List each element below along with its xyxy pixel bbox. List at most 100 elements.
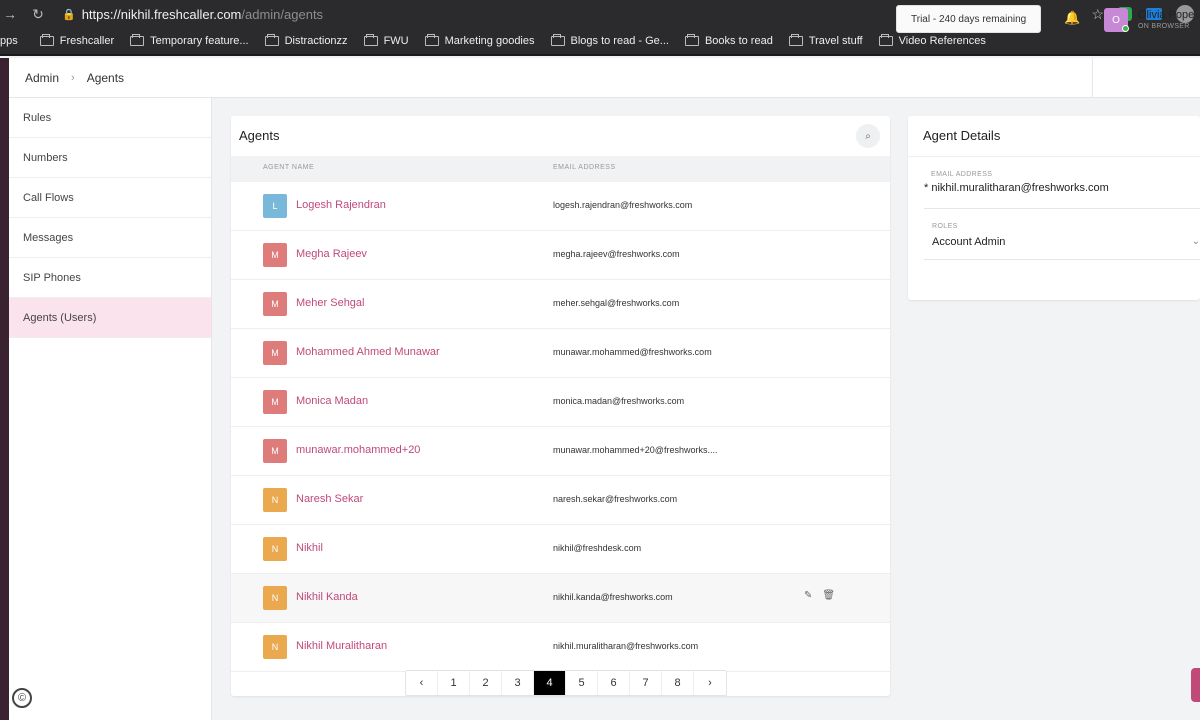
page-button[interactable]: 7 [630,671,662,695]
bookmark-item[interactable]: Freshcaller [39,34,115,47]
sidebar-item-messages[interactable]: Messages [9,218,211,258]
page-button[interactable]: 3 [502,671,534,695]
folder-icon [684,34,699,46]
page-button[interactable]: 2 [470,671,502,695]
email-field[interactable]: * nikhil.muralitharan@freshworks.com [924,182,1109,194]
page-button[interactable]: 1 [438,671,470,695]
agent-email: nikhil.muralitharan@freshworks.com [553,641,699,651]
sidebar-item-sip-phones[interactable]: SIP Phones [9,258,211,298]
agent-details-panel: Agent Details EMAIL ADDRESS * nikhil.mur… [908,116,1200,300]
roles-select[interactable]: Account Admin [932,236,1005,248]
column-agent-name: AGENT NAME [263,164,315,171]
address-bar[interactable]: https://nikhil.freshcaller.com/admin/age… [82,7,323,22]
breadcrumb-separator-icon: › [71,71,75,84]
floating-action-button[interactable] [1191,668,1200,702]
table-row[interactable]: L Logesh Rajendran logesh.rajendran@freshw… [231,182,890,231]
agent-email: megha.rajeev@freshworks.com [553,249,680,259]
search-icon[interactable]: ⌕ [856,124,880,148]
bookmark-item[interactable]: Temporary feature... [130,34,249,47]
bookmark-label: pps [0,35,18,47]
page-button[interactable]: 6 [598,671,630,695]
breadcrumb-admin[interactable]: Admin [25,71,59,85]
divider [924,208,1200,209]
page-button[interactable]: 4 [534,671,566,695]
bookmark-item[interactable]: Books to read [684,34,773,47]
table-row[interactable]: M Meher Sehgal meher.sehgal@freshworks.com [231,280,890,329]
reload-icon[interactable]: ↻ [28,6,48,23]
bookmark-item[interactable]: Blogs to read - Ge... [550,34,669,47]
table-row[interactable]: N Nikhil nikhil@freshdesk.com [231,525,890,574]
agent-email: nikhil@freshdesk.com [553,543,642,553]
agent-name-link[interactable]: Monica Madan [296,395,368,407]
table-row[interactable]: M Megha Rajeev megha.rajeev@freshworks.com [231,231,890,280]
table-row[interactable]: M Monica Madan monica.madan@freshworks.com [231,378,890,427]
bookmark-label: Freshcaller [59,35,115,47]
agent-avatar: M [263,439,287,463]
agent-name-link[interactable]: Naresh Sekar [296,493,363,505]
agent-avatar: M [263,390,287,414]
sidebar: Rules Numbers Call Flows Messages SIP Phones… [9,98,212,720]
user-name[interactable]: Olivia Pope [1138,9,1194,21]
divider [908,156,1200,157]
bookmark-item[interactable]: Video References [878,34,986,47]
pagination: ‹ 1 2 3 4 5 6 7 8 › [405,670,727,696]
agent-email: meher.sehgal@freshworks.com [553,298,680,308]
sidebar-item-agents-users[interactable]: Agents (Users) [9,298,211,338]
agent-name-link[interactable]: Nikhil Kanda [296,591,358,603]
agent-name-link[interactable]: Meher Sehgal [296,297,365,309]
table-row[interactable]: N Nikhil Kanda nikhil.kanda@freshworks.com… [231,574,890,623]
page-button[interactable]: 8 [662,671,694,695]
agent-name-link[interactable]: Mohammed Ahmed Munawar [296,346,440,358]
star-icon[interactable]: ☆ [1091,6,1104,23]
table-header: AGENT NAME EMAIL ADDRESS [231,156,890,182]
agent-name-link[interactable]: Logesh Rajendran [296,199,386,211]
bookmark-item[interactable]: pps [0,35,18,47]
lock-icon: 🔒 [62,8,76,21]
table-row[interactable]: N Nikhil Muralitharan nikhil.muralitharan@… [231,623,890,672]
agent-email: munawar.mohammed@freshworks.com [553,347,712,357]
sidebar-item-numbers[interactable]: Numbers [9,138,211,178]
table-row[interactable]: M Mohammed Ahmed Munawar munawar.mohammed@… [231,329,890,378]
bookmark-label: Travel stuff [808,35,863,47]
agent-name-link[interactable]: Nikhil [296,542,323,554]
folder-icon [878,34,893,46]
bookmark-item[interactable]: Travel stuff [788,34,863,47]
bell-icon[interactable]: 🔔 [1064,10,1080,26]
table-row[interactable]: Mmunawar.mohammed+20 munawar.mohammed+20@… [231,427,890,476]
bookmark-label: Blogs to read - Ge... [570,35,669,47]
bookmark-label: Distractionzz [284,35,348,47]
status-dot [1122,25,1129,32]
folder-icon [264,34,279,46]
agent-name-link[interactable]: Nikhil Muralitharan [296,640,387,652]
agent-avatar: L [263,194,287,218]
bookmark-label: Video References [898,35,986,47]
agent-avatar: N [263,488,287,512]
agent-name-link[interactable]: Megha Rajeev [296,248,367,260]
pagination-next-button[interactable]: › [694,671,726,695]
forward-arrow-icon[interactable]: → [0,6,20,22]
agent-name-link[interactable]: munawar.mohammed+20 [296,444,420,456]
pagination-prev-button[interactable]: ‹ [406,671,438,695]
agent-email: monica.madan@freshworks.com [553,396,685,406]
agent-avatar: N [263,635,287,659]
agent-avatar: N [263,537,287,561]
page-button[interactable]: 5 [566,671,598,695]
bookmark-item[interactable]: Distractionzz [264,34,348,47]
agent-details-title: Agent Details [923,128,1001,143]
agents-panel: Agents ⌕ AGENT NAME EMAIL ADDRESS L Loges… [231,116,890,696]
agent-email: munawar.mohammed+20@freshworks.... [553,445,718,455]
left-edge-strip [0,58,9,720]
trial-badge[interactable]: Trial - 240 days remaining [896,5,1042,33]
folder-icon [363,34,378,46]
bookmark-item[interactable]: Marketing goodies [424,34,535,47]
sidebar-item-call-flows[interactable]: Call Flows [9,178,211,218]
help-icon[interactable]: © [12,688,32,708]
trash-icon[interactable]: 🗑 [822,590,835,601]
chevron-down-icon[interactable]: ⌄ [1192,236,1200,247]
sidebar-item-rules[interactable]: Rules [9,98,211,138]
url-host: https://nikhil.freshcaller.com [81,6,242,22]
folder-icon [130,34,145,46]
pencil-icon[interactable]: ✎ [804,590,812,601]
table-row[interactable]: N Naresh Sekar naresh.sekar@freshworks.com [231,476,890,525]
bookmark-item[interactable]: FWU [363,34,409,47]
